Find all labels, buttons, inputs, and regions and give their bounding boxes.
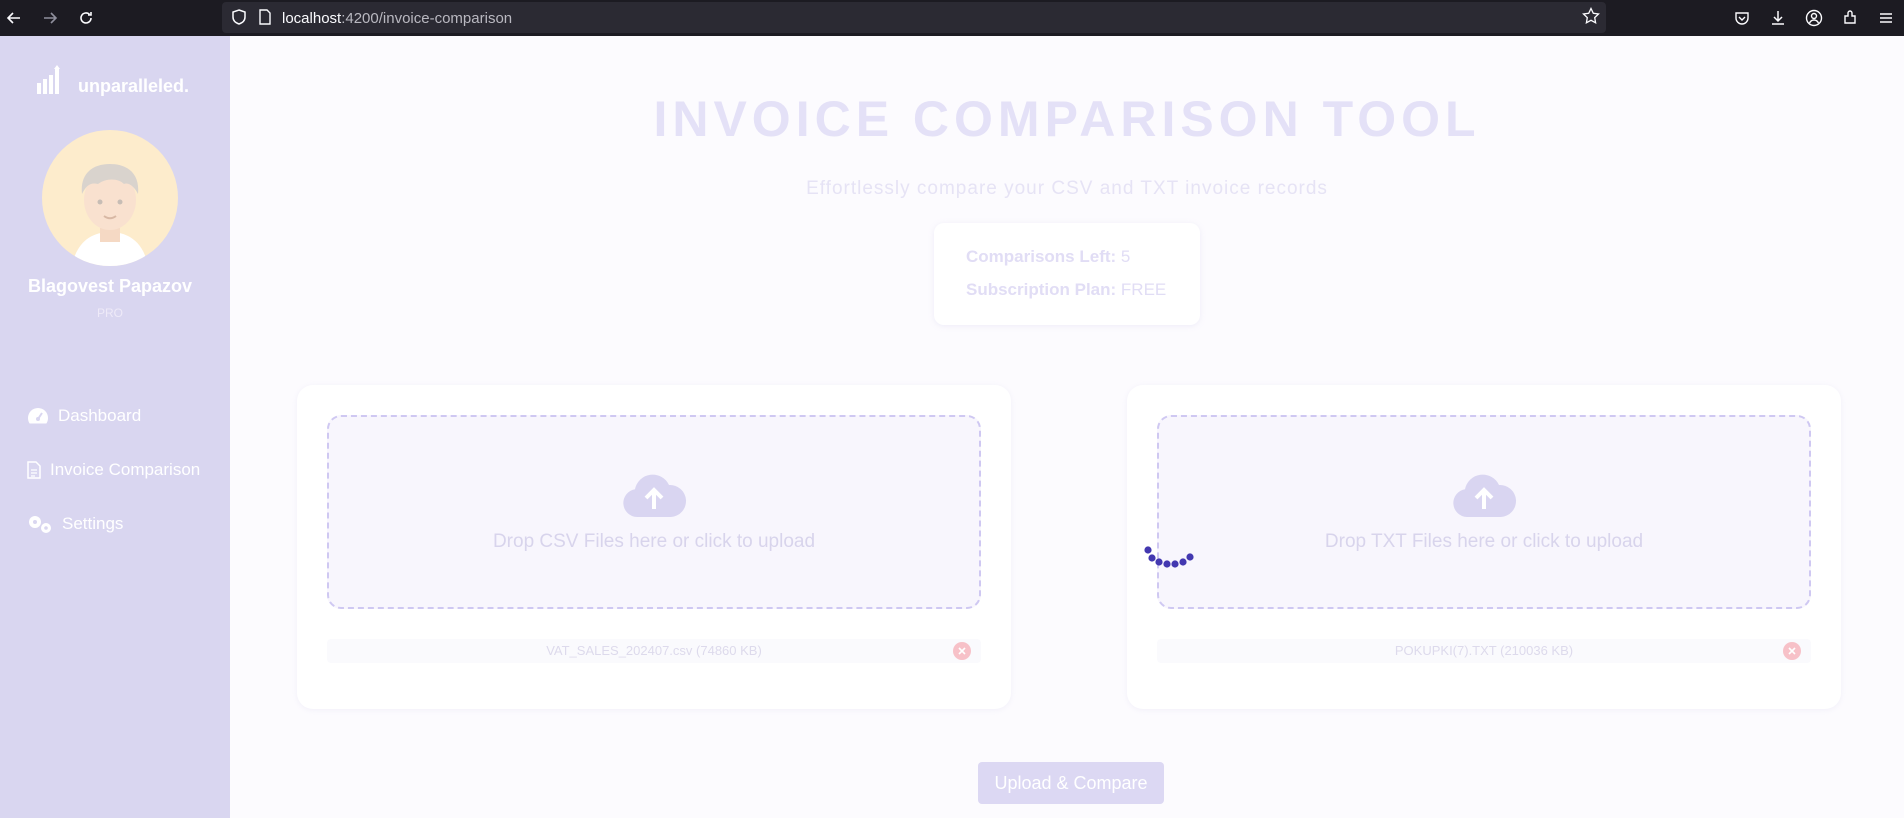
address-bar[interactable]: localhost:4200/invoice-comparison (222, 2, 1606, 33)
txt-dropzone[interactable]: Drop TXT Files here or click to upload (1157, 415, 1811, 609)
sidebar-item-dashboard[interactable]: Dashboard (26, 404, 141, 428)
csv-upload-panel: Drop CSV Files here or click to upload V… (297, 385, 1011, 709)
extensions-icon[interactable] (1838, 6, 1862, 30)
txt-file-name: POKUPKI(7).TXT (210036 KB) (1394, 643, 1574, 658)
page-subtitle: Effortlessly compare your CSV and TXT in… (806, 178, 1328, 199)
remove-csv-file-button[interactable] (953, 642, 971, 660)
close-icon (958, 647, 966, 655)
user-name: Blagovest Papazov (27, 276, 193, 296)
csv-dropzone-text: Drop CSV Files here or click to upload (492, 531, 816, 552)
close-icon (1788, 647, 1796, 655)
avatar (42, 130, 178, 266)
bookmark-star-icon[interactable] (1582, 6, 1600, 30)
reload-icon[interactable] (74, 6, 98, 30)
page-title: INVOICE COMPARISON TOOL (653, 91, 1481, 147)
forward-arrow-icon[interactable] (38, 6, 62, 30)
gauge-icon (26, 404, 50, 428)
document-icon (26, 458, 42, 482)
bar-chart-logo-icon (37, 64, 60, 94)
shield-icon[interactable] (230, 8, 248, 31)
upload-compare-button[interactable]: Upload & Compare (978, 762, 1164, 804)
pocket-icon[interactable] (1730, 6, 1754, 30)
txt-dropzone-text: Drop TXT Files here or click to upload (1324, 531, 1644, 552)
usage-info-card: Comparisons Left: 5 Subscription Plan: F… (934, 223, 1200, 325)
sidebar-item-invoice-comparison[interactable]: Invoice Comparison (26, 458, 200, 482)
comparisons-left: Comparisons Left: 5 (966, 247, 1131, 266)
remove-txt-file-button[interactable] (1783, 642, 1801, 660)
txt-upload-panel: Drop TXT Files here or click to upload P… (1127, 385, 1841, 709)
csv-file-item: VAT_SALES_202407.csv (74860 KB) (327, 639, 981, 663)
csv-dropzone[interactable]: Drop CSV Files here or click to upload (327, 415, 981, 609)
sidebar-item-label: Settings (62, 514, 124, 533)
back-arrow-icon[interactable] (2, 6, 26, 30)
brand-name: unparalleled. (78, 76, 190, 96)
loading-spinner-icon (1142, 544, 1198, 579)
account-icon[interactable] (1802, 6, 1826, 30)
subscription-plan: Subscription Plan: FREE (966, 280, 1167, 299)
page-icon (258, 9, 272, 30)
txt-file-item: POKUPKI(7).TXT (210036 KB) (1157, 639, 1811, 663)
sidebar-item-settings[interactable]: Settings (26, 512, 123, 536)
main-content: INVOICE COMPARISON TOOL Effortlessly com… (230, 36, 1904, 818)
cloud-upload-icon (621, 473, 687, 524)
browser-toolbar: localhost:4200/invoice-comparison (0, 0, 1904, 36)
brand-logo[interactable]: unparalleled. (36, 62, 189, 97)
user-plan: PRO (96, 306, 123, 320)
sidebar-item-label: Invoice Comparison (50, 460, 201, 479)
download-icon[interactable] (1766, 6, 1790, 30)
url-text[interactable]: localhost:4200/invoice-comparison (282, 10, 512, 27)
gears-icon (26, 512, 54, 536)
cloud-upload-icon (1451, 473, 1517, 524)
csv-file-name: VAT_SALES_202407.csv (74860 KB) (546, 643, 762, 658)
sidebar-item-label: Dashboard (58, 406, 142, 425)
menu-icon[interactable] (1874, 6, 1898, 30)
sidebar: unparalleled. Blagovest Papazov PRO Dash… (0, 36, 230, 818)
